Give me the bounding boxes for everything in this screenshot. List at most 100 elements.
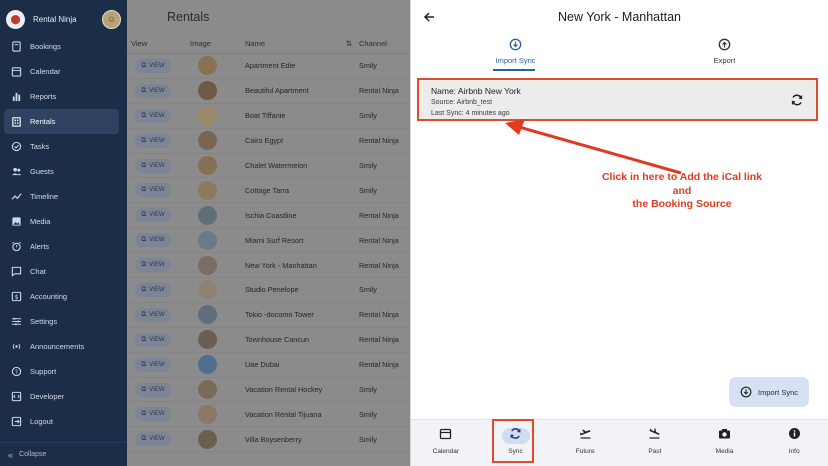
view-button[interactable]: ⧉ VIEW — [135, 307, 171, 322]
bottom-nav-info[interactable]: Info — [759, 420, 828, 466]
rental-thumbnail — [198, 81, 217, 101]
logout-icon — [10, 416, 22, 428]
sync-refresh-icon[interactable] — [790, 93, 804, 107]
view-cell: ⧉ VIEW — [127, 307, 187, 322]
sidebar-item-guests[interactable]: Guests — [4, 159, 119, 184]
view-button[interactable]: ⧉ VIEW — [135, 332, 171, 347]
view-button-label: VIEW — [149, 87, 165, 94]
column-header-name[interactable]: Name ⇅ — [244, 39, 358, 48]
table-row: ⧉ VIEW Cottage Tarra Smily — [127, 178, 410, 204]
import-sync-button[interactable]: Import Sync — [729, 377, 809, 407]
sidebar-item-chat[interactable]: Chat — [4, 259, 119, 284]
sidebar-item-support[interactable]: ? Support — [4, 359, 119, 384]
view-button-label: VIEW — [149, 336, 165, 343]
collapse-button[interactable]: « Collapse — [0, 442, 127, 466]
tab-label: Export — [713, 56, 736, 65]
sort-icon[interactable]: ⇅ — [346, 39, 352, 48]
view-cell: ⧉ VIEW — [127, 183, 187, 198]
view-button[interactable]: ⧉ VIEW — [135, 183, 171, 198]
view-cell: ⧉ VIEW — [127, 158, 187, 173]
rental-thumbnail — [198, 230, 217, 250]
bottom-nav-label: Info — [788, 448, 800, 455]
view-button[interactable]: ⧉ VIEW — [135, 83, 171, 98]
rental-thumbnail — [198, 56, 217, 76]
rental-channel: Smily — [359, 161, 377, 170]
bottom-nav-label: Future — [575, 448, 595, 455]
sidebar-item-reports[interactable]: Reports — [4, 84, 119, 109]
view-button[interactable]: ⧉ VIEW — [135, 108, 171, 123]
svg-text:?: ? — [14, 369, 17, 376]
download-circle-icon — [740, 386, 752, 398]
open-external-icon: ⧉ — [141, 310, 147, 318]
table-header: View Image Name ⇅ Channel — [127, 34, 410, 54]
view-button[interactable]: ⧉ VIEW — [135, 208, 171, 223]
view-button[interactable]: ⧉ VIEW — [135, 158, 171, 173]
rental-name: New York - Manhattan — [245, 260, 317, 270]
rental-channel: Smily — [359, 185, 377, 195]
view-button[interactable]: ⧉ VIEW — [135, 382, 171, 397]
table-row: ⧉ VIEW Ischia Coastline Rental Ninja — [127, 203, 410, 229]
sidebar-item-rentals[interactable]: Rentals — [4, 109, 119, 134]
view-button[interactable]: ⧉ VIEW — [135, 58, 171, 73]
view-button[interactable]: ⧉ VIEW — [135, 282, 171, 297]
bottom-nav-calendar[interactable]: Calendar — [411, 420, 481, 466]
sidebar-item-settings[interactable]: Settings — [4, 309, 119, 334]
image-cell — [187, 131, 244, 151]
sidebar-item-tasks[interactable]: Tasks — [4, 134, 119, 159]
annotation-line: the Booking Source — [632, 198, 732, 210]
open-external-icon: ⧉ — [141, 211, 147, 219]
bottom-nav-future[interactable]: Future — [550, 420, 620, 466]
annotation-line: Click in here to Add the iCal link — [601, 171, 763, 183]
rental-channel: Smily — [359, 111, 377, 121]
view-button[interactable]: ⧉ VIEW — [135, 407, 171, 422]
rental-channel: Rental Ninja — [359, 235, 399, 245]
column-header-image: Image — [190, 39, 211, 48]
tab-export[interactable]: Export — [620, 36, 828, 70]
view-cell: ⧉ VIEW — [127, 258, 187, 273]
sidebar-item-alerts[interactable]: Alerts — [4, 234, 119, 259]
sidebar-item-timeline[interactable]: Timeline — [4, 184, 119, 209]
bottom-nav-label: Past — [648, 448, 662, 455]
view-button[interactable]: ⧉ VIEW — [135, 357, 171, 372]
sidebar-item-media[interactable]: Media — [4, 209, 119, 234]
image-cell — [187, 180, 244, 200]
rental-name: Cottage Tarra — [245, 185, 290, 195]
sidebar-item-developer[interactable]: Developer — [4, 384, 119, 409]
rentals-list-panel: Rentals View Image Name ⇅ Channel ⧉ VIEW A… — [127, 0, 410, 466]
bottom-nav-label: Media — [715, 448, 734, 455]
sidebar-item-accounting[interactable]: $ Accounting — [4, 284, 119, 309]
rental-channel: Rental Ninja — [359, 210, 399, 220]
rental-thumbnail — [198, 131, 217, 151]
view-button[interactable]: ⧉ VIEW — [135, 133, 171, 148]
sidebar-item-calendar[interactable]: Calendar — [4, 59, 119, 84]
open-external-icon: ⧉ — [141, 186, 147, 194]
rental-name: Uae Dubai — [245, 360, 280, 370]
back-button[interactable] — [421, 9, 437, 25]
rental-channel: Smily — [359, 61, 377, 71]
bottom-nav-past[interactable]: Past — [620, 420, 690, 466]
view-button[interactable]: ⧉ VIEW — [135, 233, 171, 248]
tab-import-sync[interactable]: Import Sync — [411, 36, 620, 70]
broadcast-icon — [10, 341, 22, 353]
open-external-icon: ⧉ — [141, 136, 147, 144]
sidebar-item-bookings[interactable]: Bookings — [4, 34, 119, 59]
open-external-icon: ⧉ — [141, 236, 147, 244]
avatar[interactable]: ☺ — [102, 9, 121, 29]
table-row: ⧉ VIEW Studio Penelope Smily — [127, 278, 410, 303]
open-external-icon: ⧉ — [141, 385, 147, 393]
rental-name: Apartment Edie — [245, 61, 296, 71]
view-cell: ⧉ VIEW — [127, 332, 187, 347]
image-cell — [187, 280, 244, 300]
rental-thumbnail — [198, 180, 217, 200]
alarm-icon — [10, 241, 22, 253]
view-button[interactable]: ⧉ VIEW — [135, 432, 171, 447]
sidebar-item-announcements[interactable]: Announcements — [4, 334, 119, 359]
import-sync-label: Import Sync — [757, 387, 798, 397]
sidebar-item-logout[interactable]: Logout — [4, 409, 119, 434]
annotation-text: Click in here to Add the iCal link and t… — [587, 171, 777, 212]
bottom-nav-media[interactable]: Media — [690, 420, 760, 466]
book-icon — [10, 41, 22, 53]
rental-thumbnail — [198, 255, 217, 275]
view-button[interactable]: ⧉ VIEW — [135, 258, 171, 273]
rental-name: Beautiful Apartment — [245, 86, 309, 96]
